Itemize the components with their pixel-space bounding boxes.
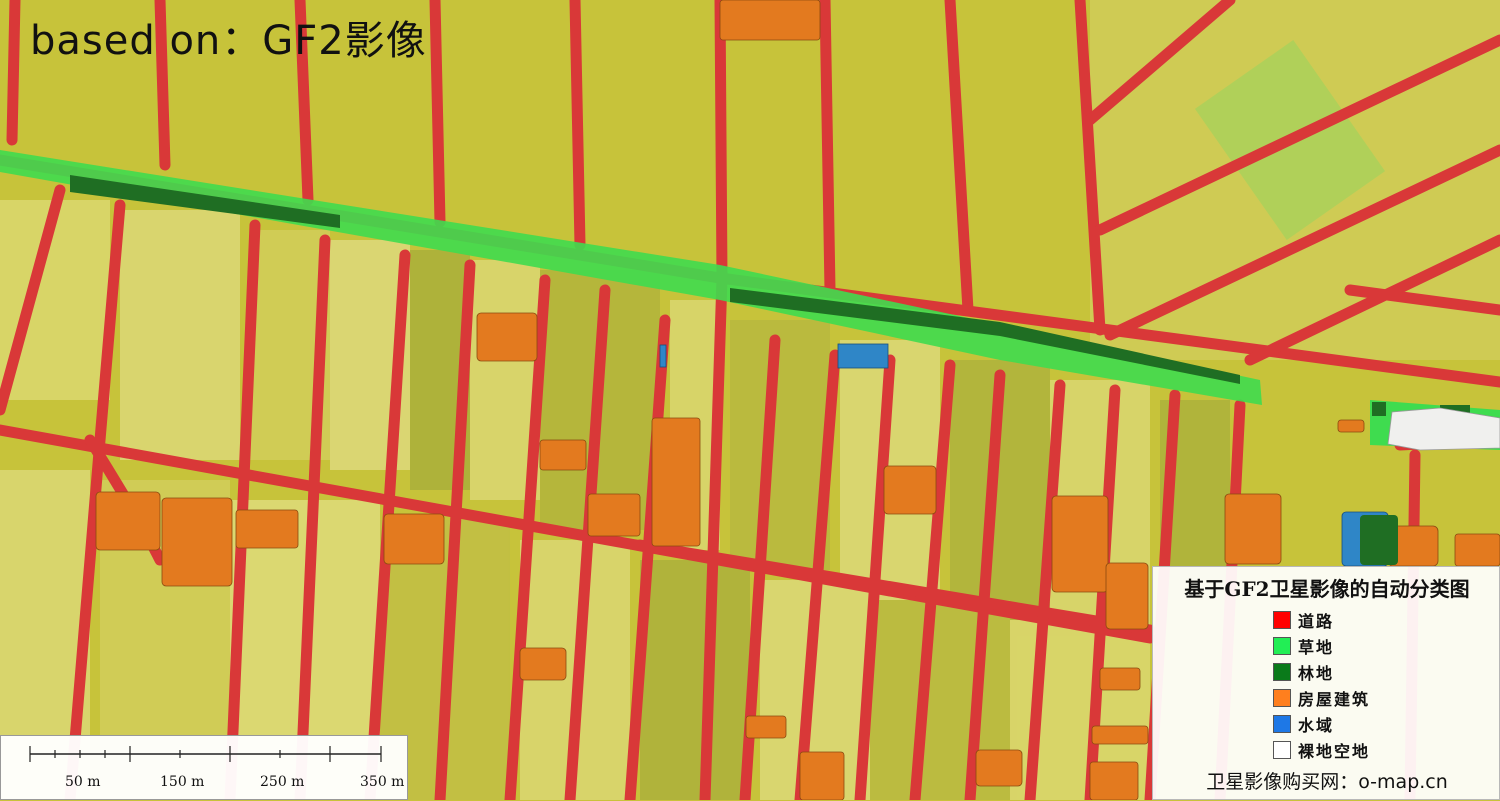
legend-label-road: 道路 [1298,612,1335,631]
legend-swatch-building [1273,689,1291,707]
scale-label-250m: 250 m [260,774,305,790]
legend-swatch-water [1273,715,1291,733]
legend-swatch-bare [1273,741,1291,759]
legend-item-water: 水域 [1273,711,1370,737]
scale-bar: 50 m 150 m 250 m 350 m [0,735,408,800]
legend-swatch-road [1273,611,1291,629]
legend-item-grass: 草地 [1273,633,1370,659]
legend-item-forest: 林地 [1273,659,1370,685]
scale-label-150m: 150 m [160,774,205,790]
legend-list: 道路 草地 林地 房屋建筑 水域 裸地空地 [1273,607,1370,763]
legend-item-bare: 裸地空地 [1273,737,1370,763]
legend-footer-website: 卫星影像购买网：o-map.cn [1206,771,1448,793]
map-title-overlay: based on：GF2影像 [30,18,427,64]
legend-swatch-grass [1273,637,1291,655]
scale-label-350m: 350 m [360,774,405,790]
legend-label-bare: 裸地空地 [1298,742,1371,761]
legend-label-water: 水域 [1298,716,1335,735]
scale-label-50m: 50 m [65,774,101,790]
legend-panel: 基于GF2卫星影像的自动分类图 道路 草地 林地 房屋建筑 水域 裸地空地 卫星… [1152,566,1500,800]
legend-swatch-forest [1273,663,1291,681]
legend-item-road: 道路 [1273,607,1370,633]
legend-label-building: 房屋建筑 [1298,690,1371,709]
legend-label-forest: 林地 [1298,664,1335,683]
legend-label-grass: 草地 [1298,638,1335,657]
legend-item-building: 房屋建筑 [1273,685,1370,711]
scale-bar-ruler [29,746,382,762]
legend-title: 基于GF2卫星影像的自动分类图 [1184,577,1470,601]
